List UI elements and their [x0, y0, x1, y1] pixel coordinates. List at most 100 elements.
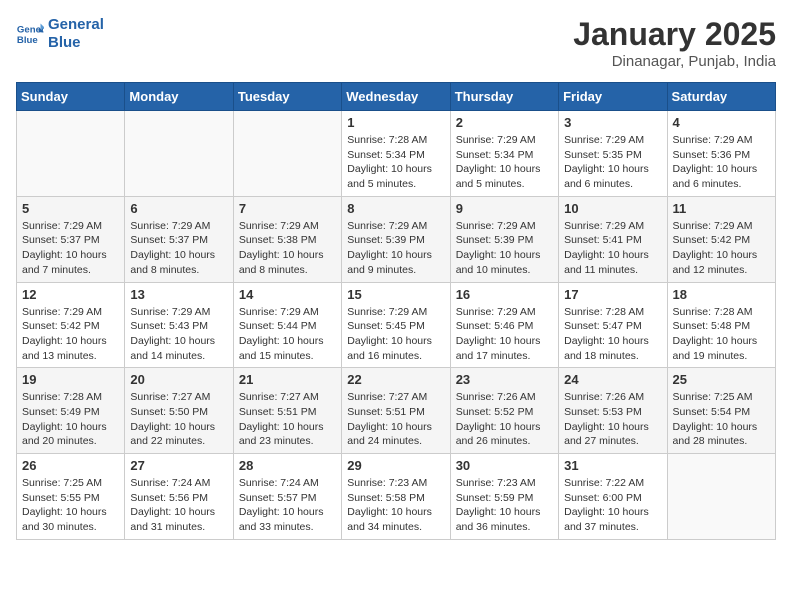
- weekday-header-friday: Friday: [559, 83, 667, 111]
- calendar-cell: 6 Sunrise: 7:29 AMSunset: 5:37 PMDaylight…: [125, 196, 233, 282]
- calendar-week-row: 12Sunrise: 7:29 AMSunset: 5:42 PMDayligh…: [17, 282, 776, 368]
- day-number: 2: [456, 115, 553, 130]
- weekday-header-monday: Monday: [125, 83, 233, 111]
- day-number: 27: [130, 458, 227, 473]
- calendar-cell: 25 Sunrise: 7:25 AMSunset: 5:54 PMDayligh…: [667, 368, 775, 454]
- calendar-cell: 9 Sunrise: 7:29 AMSunset: 5:39 PMDaylight…: [450, 196, 558, 282]
- calendar-cell: 7 Sunrise: 7:29 AMSunset: 5:38 PMDaylight…: [233, 196, 341, 282]
- calendar-cell: 26Sunrise: 7:25 AMSunset: 5:55 PMDayligh…: [17, 454, 125, 540]
- calendar-cell: 23 Sunrise: 7:26 AMSunset: 5:52 PMDayligh…: [450, 368, 558, 454]
- logo: General Blue General Blue: [16, 16, 104, 52]
- calendar-cell: [125, 111, 233, 197]
- day-info: Sunrise: 7:29 AMSunset: 5:36 PMDaylight:…: [673, 133, 770, 192]
- day-number: 6: [130, 201, 227, 216]
- calendar-cell: 14Sunrise: 7:29 AMSunset: 5:44 PMDayligh…: [233, 282, 341, 368]
- day-number: 31: [564, 458, 661, 473]
- calendar-cell: 24Sunrise: 7:26 AMSunset: 5:53 PMDayligh…: [559, 368, 667, 454]
- day-number: 10: [564, 201, 661, 216]
- calendar-week-row: 5 Sunrise: 7:29 AMSunset: 5:37 PMDaylight…: [17, 196, 776, 282]
- day-number: 28: [239, 458, 336, 473]
- calendar-cell: 27 Sunrise: 7:24 AMSunset: 5:56 PMDayligh…: [125, 454, 233, 540]
- calendar-cell: 30 Sunrise: 7:23 AMSunset: 5:59 PMDayligh…: [450, 454, 558, 540]
- logo-text-line2: Blue: [48, 34, 104, 52]
- calendar-cell: 1 Sunrise: 7:28 AMSunset: 5:34 PMDaylight…: [342, 111, 450, 197]
- day-info: Sunrise: 7:29 AMSunset: 5:44 PMDaylight:…: [239, 305, 336, 364]
- day-info: Sunrise: 7:29 AMSunset: 5:45 PMDaylight:…: [347, 305, 444, 364]
- day-number: 30: [456, 458, 553, 473]
- day-number: 23: [456, 372, 553, 387]
- day-info: Sunrise: 7:29 AMSunset: 5:35 PMDaylight:…: [564, 133, 661, 192]
- day-number: 7: [239, 201, 336, 216]
- day-number: 25: [673, 372, 770, 387]
- day-number: 20: [130, 372, 227, 387]
- calendar-table: SundayMondayTuesdayWednesdayThursdayFrid…: [16, 82, 776, 540]
- day-info: Sunrise: 7:29 AMSunset: 5:39 PMDaylight:…: [347, 219, 444, 278]
- calendar-cell: [667, 454, 775, 540]
- day-info: Sunrise: 7:23 AMSunset: 5:59 PMDaylight:…: [456, 476, 553, 535]
- day-number: 5: [22, 201, 119, 216]
- weekday-header-sunday: Sunday: [17, 83, 125, 111]
- day-info: Sunrise: 7:28 AMSunset: 5:48 PMDaylight:…: [673, 305, 770, 364]
- day-info: Sunrise: 7:29 AMSunset: 5:42 PMDaylight:…: [22, 305, 119, 364]
- day-info: Sunrise: 7:25 AMSunset: 5:54 PMDaylight:…: [673, 390, 770, 449]
- day-info: Sunrise: 7:26 AMSunset: 5:52 PMDaylight:…: [456, 390, 553, 449]
- weekday-header-thursday: Thursday: [450, 83, 558, 111]
- calendar-week-row: 19 Sunrise: 7:28 AMSunset: 5:49 PMDayligh…: [17, 368, 776, 454]
- weekday-header-wednesday: Wednesday: [342, 83, 450, 111]
- day-info: Sunrise: 7:29 AMSunset: 5:41 PMDaylight:…: [564, 219, 661, 278]
- day-number: 18: [673, 287, 770, 302]
- calendar-cell: 18 Sunrise: 7:28 AMSunset: 5:48 PMDayligh…: [667, 282, 775, 368]
- calendar-cell: 31 Sunrise: 7:22 AMSunset: 6:00 PMDayligh…: [559, 454, 667, 540]
- page-header: General Blue General Blue January 2025 D…: [16, 16, 776, 70]
- day-number: 3: [564, 115, 661, 130]
- day-info: Sunrise: 7:29 AMSunset: 5:37 PMDaylight:…: [130, 219, 227, 278]
- day-info: Sunrise: 7:27 AMSunset: 5:50 PMDaylight:…: [130, 390, 227, 449]
- day-number: 1: [347, 115, 444, 130]
- calendar-cell: 10 Sunrise: 7:29 AMSunset: 5:41 PMDayligh…: [559, 196, 667, 282]
- calendar-cell: 13Sunrise: 7:29 AMSunset: 5:43 PMDayligh…: [125, 282, 233, 368]
- calendar-cell: 29Sunrise: 7:23 AMSunset: 5:58 PMDayligh…: [342, 454, 450, 540]
- day-number: 26: [22, 458, 119, 473]
- title-block: January 2025 Dinanagar, Punjab, India: [573, 16, 776, 70]
- calendar-cell: 22 Sunrise: 7:27 AMSunset: 5:51 PMDayligh…: [342, 368, 450, 454]
- calendar-cell: 12Sunrise: 7:29 AMSunset: 5:42 PMDayligh…: [17, 282, 125, 368]
- day-info: Sunrise: 7:29 AMSunset: 5:42 PMDaylight:…: [673, 219, 770, 278]
- day-info: Sunrise: 7:29 AMSunset: 5:37 PMDaylight:…: [22, 219, 119, 278]
- calendar-week-row: 26Sunrise: 7:25 AMSunset: 5:55 PMDayligh…: [17, 454, 776, 540]
- day-number: 9: [456, 201, 553, 216]
- calendar-cell: 2Sunrise: 7:29 AMSunset: 5:34 PMDaylight…: [450, 111, 558, 197]
- calendar-cell: [17, 111, 125, 197]
- svg-text:Blue: Blue: [17, 35, 38, 46]
- calendar-week-row: 1 Sunrise: 7:28 AMSunset: 5:34 PMDaylight…: [17, 111, 776, 197]
- calendar-cell: 28Sunrise: 7:24 AMSunset: 5:57 PMDayligh…: [233, 454, 341, 540]
- day-number: 11: [673, 201, 770, 216]
- month-title: January 2025: [573, 16, 776, 53]
- day-number: 24: [564, 372, 661, 387]
- calendar-cell: 3 Sunrise: 7:29 AMSunset: 5:35 PMDaylight…: [559, 111, 667, 197]
- weekday-header-saturday: Saturday: [667, 83, 775, 111]
- day-info: Sunrise: 7:29 AMSunset: 5:46 PMDaylight:…: [456, 305, 553, 364]
- day-info: Sunrise: 7:28 AMSunset: 5:34 PMDaylight:…: [347, 133, 444, 192]
- weekday-header-tuesday: Tuesday: [233, 83, 341, 111]
- calendar-cell: 4 Sunrise: 7:29 AMSunset: 5:36 PMDaylight…: [667, 111, 775, 197]
- calendar-cell: 15 Sunrise: 7:29 AMSunset: 5:45 PMDayligh…: [342, 282, 450, 368]
- day-info: Sunrise: 7:23 AMSunset: 5:58 PMDaylight:…: [347, 476, 444, 535]
- calendar-cell: 20 Sunrise: 7:27 AMSunset: 5:50 PMDayligh…: [125, 368, 233, 454]
- calendar-cell: 19 Sunrise: 7:28 AMSunset: 5:49 PMDayligh…: [17, 368, 125, 454]
- day-number: 22: [347, 372, 444, 387]
- day-info: Sunrise: 7:29 AMSunset: 5:39 PMDaylight:…: [456, 219, 553, 278]
- day-info: Sunrise: 7:27 AMSunset: 5:51 PMDaylight:…: [347, 390, 444, 449]
- day-info: Sunrise: 7:29 AMSunset: 5:38 PMDaylight:…: [239, 219, 336, 278]
- day-info: Sunrise: 7:24 AMSunset: 5:56 PMDaylight:…: [130, 476, 227, 535]
- calendar-cell: 11 Sunrise: 7:29 AMSunset: 5:42 PMDayligh…: [667, 196, 775, 282]
- day-number: 19: [22, 372, 119, 387]
- logo-text-line1: General: [48, 16, 104, 34]
- day-info: Sunrise: 7:22 AMSunset: 6:00 PMDaylight:…: [564, 476, 661, 535]
- day-number: 16: [456, 287, 553, 302]
- calendar-cell: 5 Sunrise: 7:29 AMSunset: 5:37 PMDaylight…: [17, 196, 125, 282]
- location: Dinanagar, Punjab, India: [573, 53, 776, 70]
- day-info: Sunrise: 7:28 AMSunset: 5:49 PMDaylight:…: [22, 390, 119, 449]
- day-number: 15: [347, 287, 444, 302]
- calendar-cell: 16 Sunrise: 7:29 AMSunset: 5:46 PMDayligh…: [450, 282, 558, 368]
- day-number: 4: [673, 115, 770, 130]
